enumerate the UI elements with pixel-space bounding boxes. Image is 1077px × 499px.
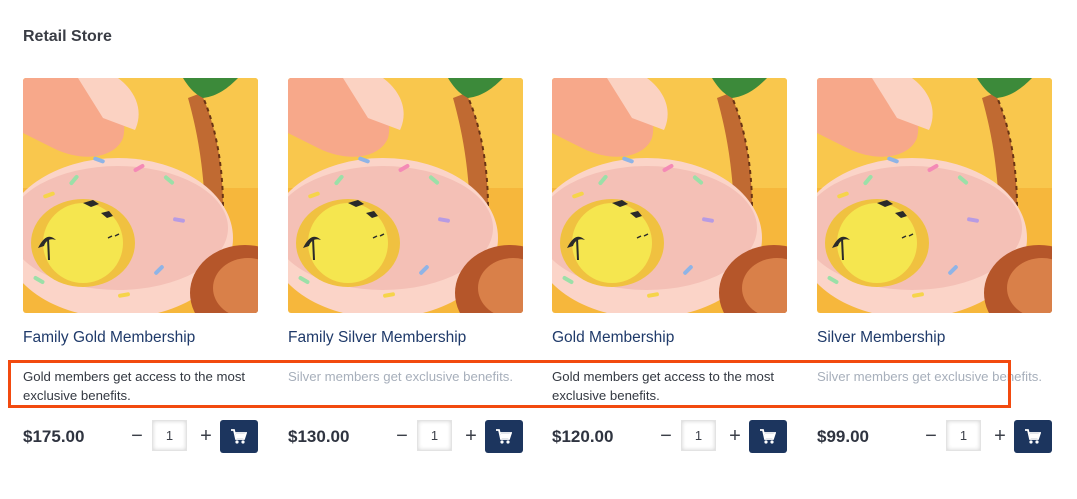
retail-store-page: Retail Store Family Gold Membership Gold… xyxy=(0,0,1077,499)
product-description: Silver members get exclusive benefits. xyxy=(817,369,1043,384)
product-description: Silver members get exclusive benefits. xyxy=(288,369,514,384)
product-image[interactable] xyxy=(23,78,258,313)
donut-float-image-icon xyxy=(552,78,787,313)
product-name[interactable]: Gold Membership xyxy=(552,329,674,347)
add-to-cart-button[interactable] xyxy=(485,420,523,453)
store-title: Retail Store xyxy=(23,28,112,45)
product-name[interactable]: Silver Membership xyxy=(817,329,945,347)
product-card: Silver Membership Silver members get exc… xyxy=(817,78,1053,458)
product-price: $130.00 xyxy=(288,427,350,446)
product-card: Gold Membership Gold members get access … xyxy=(552,78,788,458)
product-description: Gold members get access to the most excl… xyxy=(23,369,246,403)
decrease-quantity-button[interactable]: − xyxy=(395,424,409,448)
donut-float-image-icon xyxy=(817,78,1052,313)
quantity-input[interactable] xyxy=(681,420,716,451)
product-name[interactable]: Family Gold Membership xyxy=(23,329,195,347)
decrease-quantity-button[interactable]: − xyxy=(924,424,938,448)
product-card: Family Gold Membership Gold members get … xyxy=(23,78,259,458)
shopping-cart-icon xyxy=(760,429,776,444)
product-price: $120.00 xyxy=(552,427,614,446)
decrease-quantity-button[interactable]: − xyxy=(659,424,673,448)
shopping-cart-icon xyxy=(496,429,512,444)
product-card: Family Silver Membership Silver members … xyxy=(288,78,524,458)
quantity-input[interactable] xyxy=(152,420,187,451)
add-to-cart-button[interactable] xyxy=(749,420,787,453)
increase-quantity-button[interactable]: + xyxy=(727,424,743,448)
shopping-cart-icon xyxy=(231,429,247,444)
product-image[interactable] xyxy=(817,78,1052,313)
shopping-cart-icon xyxy=(1025,429,1041,444)
add-to-cart-button[interactable] xyxy=(1014,420,1052,453)
quantity-input[interactable] xyxy=(417,420,452,451)
increase-quantity-button[interactable]: + xyxy=(198,424,214,448)
increase-quantity-button[interactable]: + xyxy=(992,424,1008,448)
quantity-input[interactable] xyxy=(946,420,981,451)
product-description: Gold members get access to the most excl… xyxy=(552,369,775,403)
product-name[interactable]: Family Silver Membership xyxy=(288,329,466,347)
increase-quantity-button[interactable]: + xyxy=(463,424,479,448)
product-price: $99.00 xyxy=(817,427,869,446)
product-image[interactable] xyxy=(552,78,787,313)
donut-float-image-icon xyxy=(288,78,523,313)
add-to-cart-button[interactable] xyxy=(220,420,258,453)
decrease-quantity-button[interactable]: − xyxy=(130,424,144,448)
donut-float-image-icon xyxy=(23,78,258,313)
product-price: $175.00 xyxy=(23,427,85,446)
product-image[interactable] xyxy=(288,78,523,313)
